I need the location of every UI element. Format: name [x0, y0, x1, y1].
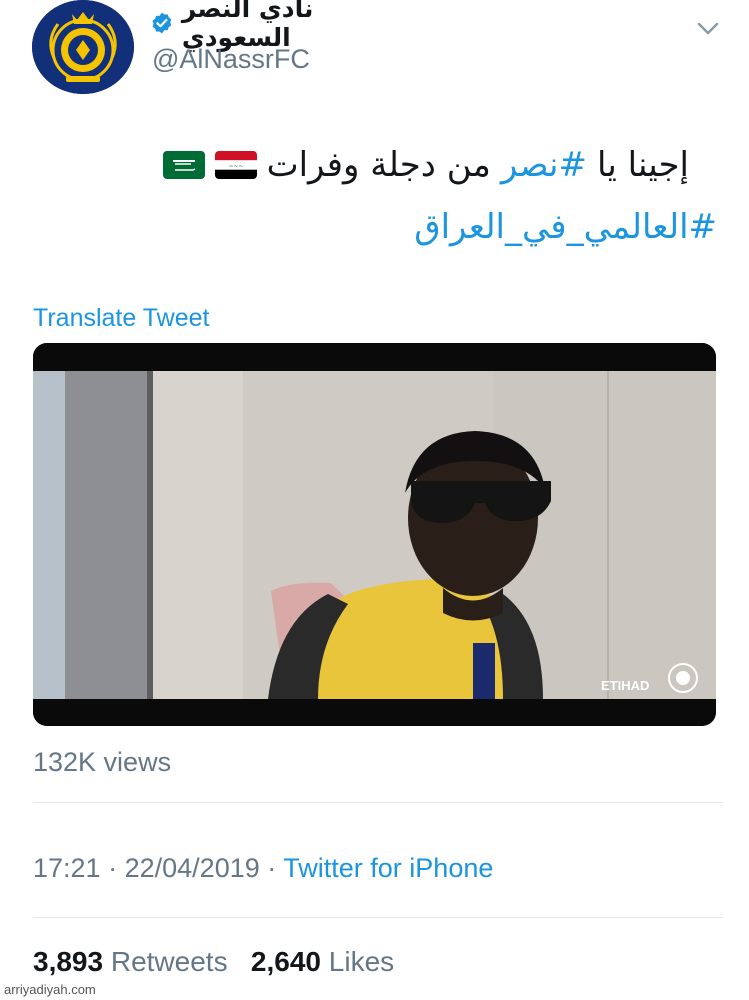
retweets-label: Retweets [110, 946, 228, 977]
tweet-source-link[interactable]: Twitter for iPhone [283, 853, 493, 883]
divider [33, 917, 723, 918]
tweet-text-prefix: إجينا يا [597, 145, 689, 185]
tweet-text-line1: إجينا يا #نصر من دجلة وفرات ~~~ [162, 145, 689, 185]
likes-count: 2,640 [250, 946, 321, 977]
site-watermark: arriyadiyah.com [4, 982, 96, 997]
engagement-stats: 3,893 Retweets 2,640 Likes [33, 946, 394, 978]
iraq-flag-icon: ~~~ [214, 151, 257, 179]
video-frame: ETIHAD [33, 343, 716, 726]
retweets-stat[interactable]: 3,893 Retweets [33, 946, 228, 977]
translate-tweet-link[interactable]: Translate Tweet [33, 304, 209, 333]
video-player[interactable]: ETIHAD [33, 343, 716, 726]
verified-badge-icon [152, 12, 172, 34]
hashtag-alamy-fi-iraq[interactable]: #العالمي_في_العراق [414, 207, 717, 247]
meta-separator: · [108, 853, 118, 883]
view-count: 132K views [33, 747, 172, 777]
retweets-count: 3,893 [33, 946, 104, 977]
handle[interactable]: @AlNassrFC [152, 44, 310, 75]
hashtag-nasr[interactable]: #نصر [501, 145, 587, 185]
tweet-time: 17:21 [33, 853, 101, 883]
etihad-logo: ETIHAD [601, 678, 649, 693]
tweet-meta: 17:21 · 22/04/2019 · Twitter for iPhone [33, 853, 493, 884]
avatar[interactable] [32, 0, 134, 94]
divider [33, 802, 723, 803]
likes-stat[interactable]: 2,640 Likes [251, 946, 394, 977]
chevron-down-icon[interactable] [694, 14, 722, 42]
tweet-date: 22/04/2019 [124, 853, 260, 883]
tweet-text-suffix: من دجلة وفرات [266, 145, 491, 185]
saudi-flag-icon [162, 151, 205, 179]
al-nassr-crest-icon [32, 0, 134, 94]
likes-label: Likes [328, 946, 395, 977]
svg-text:~~~: ~~~ [228, 163, 243, 170]
meta-separator: · [267, 853, 277, 883]
display-name[interactable]: نادي النصر السعودي [150, 0, 410, 52]
